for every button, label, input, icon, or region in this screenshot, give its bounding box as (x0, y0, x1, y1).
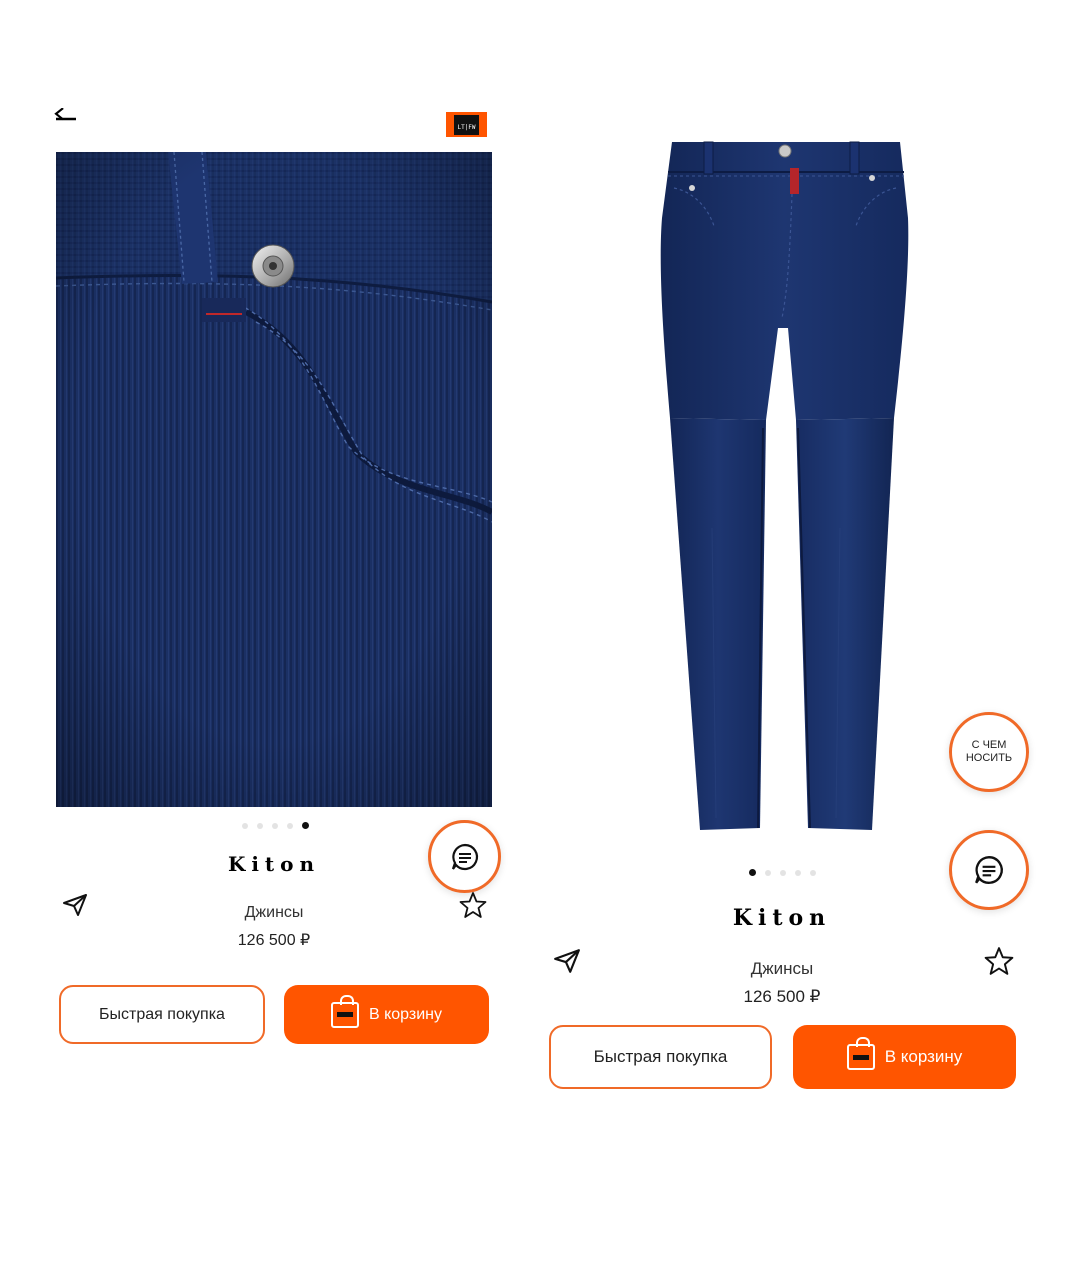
gallery-dot[interactable] (242, 822, 248, 829)
chat-icon (451, 843, 478, 870)
what-to-wear-label: С ЧЕМ (971, 739, 1007, 751)
shopping-bag-icon (330, 994, 359, 1028)
gallery-dot-active[interactable] (749, 869, 756, 876)
chat-icon (975, 856, 1003, 884)
product-price: 126 500 ₽ (237, 932, 311, 949)
chat-button[interactable] (428, 820, 501, 893)
favorite-star-icon[interactable] (459, 891, 487, 919)
gallery-dot[interactable] (257, 822, 263, 829)
gallery-dot[interactable] (810, 869, 816, 876)
what-to-wear-button[interactable]: С ЧЕМ НОСИТЬ (949, 712, 1029, 792)
gallery-pagination (749, 869, 816, 876)
brand-logo[interactable]: Kiton (200, 852, 348, 876)
header-logo-badge[interactable]: LT|FW (446, 112, 487, 137)
product-photo-closeup[interactable] (56, 152, 492, 807)
add-to-cart-button[interactable]: В корзину (284, 985, 489, 1044)
gallery-dot[interactable] (780, 869, 786, 876)
quick-buy-label: Быстрая покупка (593, 1047, 728, 1066)
quick-buy-button[interactable]: Быстрая покупка (549, 1025, 772, 1089)
product-price: 126 500 ₽ (743, 987, 821, 1006)
product-title: Джинсы (750, 959, 814, 978)
favorite-star-icon[interactable] (984, 946, 1014, 976)
gallery-dot[interactable] (272, 822, 278, 829)
product-title: Джинсы (244, 904, 304, 921)
quick-buy-label: Быстрая покупка (99, 1005, 225, 1023)
back-arrow-icon[interactable] (52, 107, 78, 130)
gallery-pagination (242, 822, 309, 829)
add-to-cart-label: В корзину (368, 1005, 443, 1023)
share-send-icon[interactable] (553, 948, 581, 974)
gallery-dot[interactable] (287, 822, 293, 829)
gallery-dot[interactable] (795, 869, 801, 876)
gallery-dot-active[interactable] (302, 822, 309, 829)
shopping-bag-icon (846, 1037, 875, 1070)
gallery-dot[interactable] (765, 869, 771, 876)
header-badge-text: LT|FW (457, 123, 476, 131)
add-to-cart-button[interactable]: В корзину (793, 1025, 1016, 1089)
product-photo-jeans[interactable] (650, 128, 910, 848)
add-to-cart-label: В корзину (884, 1047, 963, 1066)
what-to-wear-label: НОСИТЬ (965, 752, 1013, 764)
chat-button[interactable] (949, 830, 1029, 910)
quick-buy-button[interactable]: Быстрая покупка (59, 985, 265, 1044)
share-send-icon[interactable] (62, 893, 88, 917)
brand-logo[interactable]: Kiton (700, 905, 864, 931)
